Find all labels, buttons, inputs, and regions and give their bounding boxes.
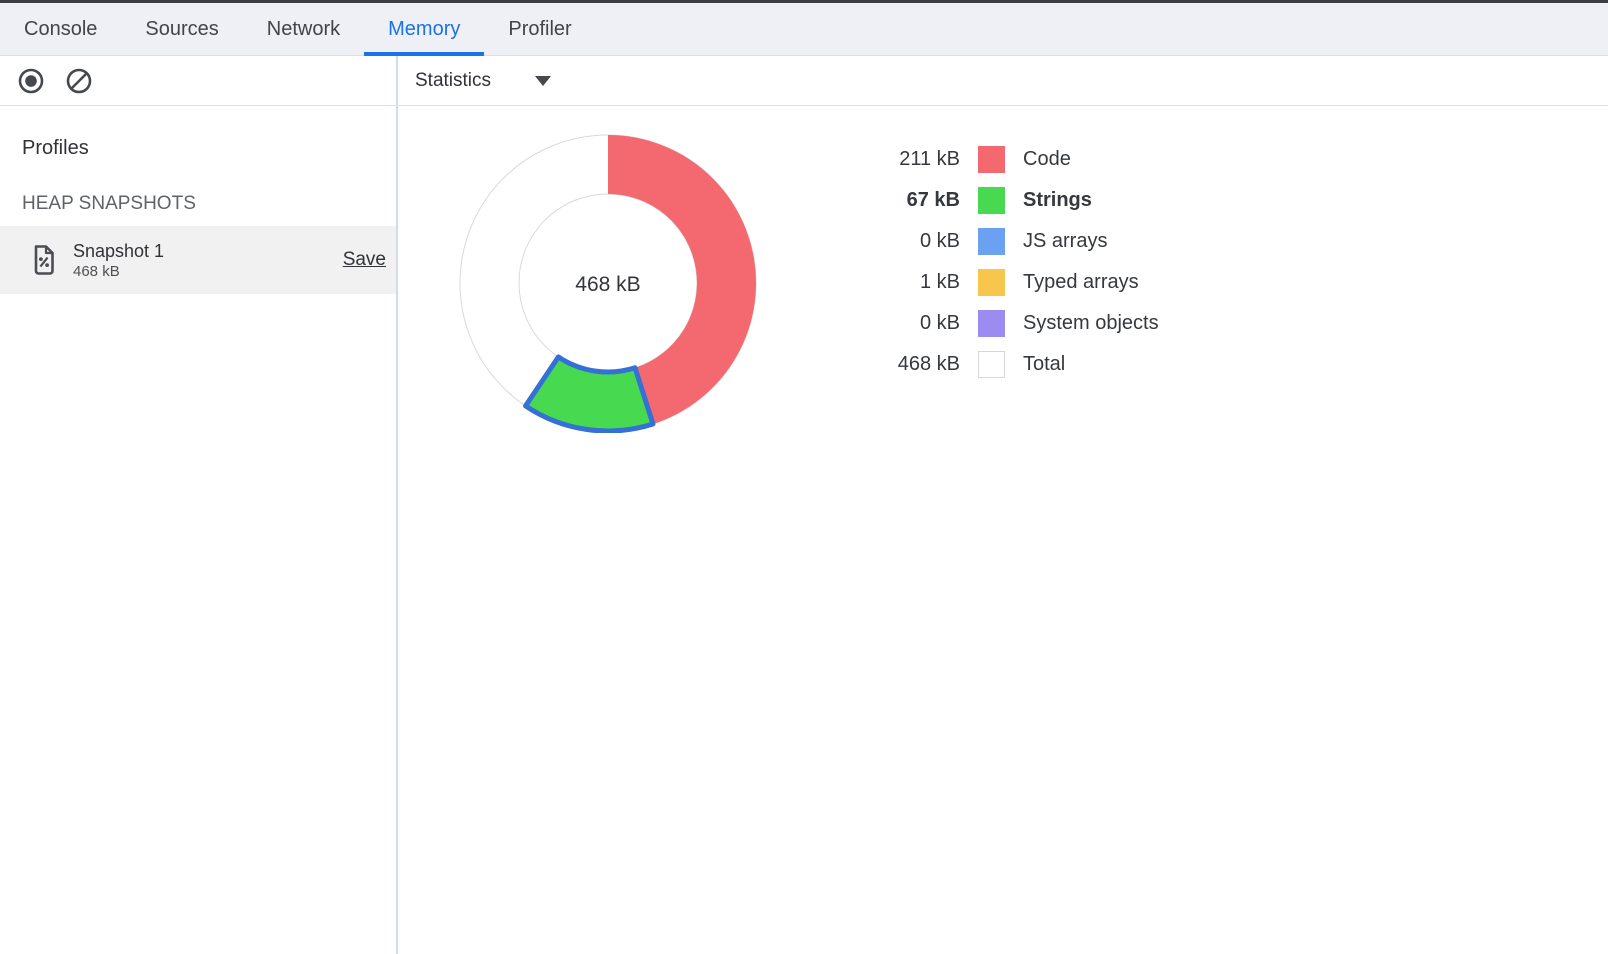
legend-value: 211 kB bbox=[885, 148, 960, 171]
clear-icon bbox=[65, 67, 93, 95]
typed-arrays-color-swatch bbox=[978, 269, 1005, 296]
profiles-sidebar: Profiles HEAP SNAPSHOTS Snapshot 1 468 k… bbox=[0, 106, 398, 954]
legend-value: 1 kB bbox=[885, 271, 960, 294]
donut-segment-strings[interactable] bbox=[526, 357, 653, 431]
legend-value: 0 kB bbox=[885, 230, 960, 253]
legend-label: Typed arrays bbox=[1023, 271, 1139, 294]
devtools-memory-panel: Console Sources Network Memory Profiler bbox=[0, 0, 1608, 954]
devtools-tab-bar: Console Sources Network Memory Profiler bbox=[0, 3, 1608, 56]
tab-sources[interactable]: Sources bbox=[121, 3, 242, 55]
perspective-dropdown-label: Statistics bbox=[415, 70, 491, 92]
clear-profiles-button[interactable] bbox=[65, 67, 93, 95]
snapshot-title: Snapshot 1 bbox=[73, 241, 164, 262]
tab-network[interactable]: Network bbox=[243, 3, 364, 55]
js-arrays-color-swatch bbox=[978, 228, 1005, 255]
strings-color-swatch bbox=[978, 187, 1005, 214]
legend-label: Strings bbox=[1023, 189, 1092, 212]
memory-donut-chart: 468 kB bbox=[458, 133, 758, 433]
legend-value: 0 kB bbox=[885, 312, 960, 335]
legend-row-system-objects[interactable]: 0 kB System objects bbox=[885, 310, 1159, 337]
snapshot-list-item[interactable]: Snapshot 1 468 kB Save bbox=[0, 226, 396, 294]
snapshot-size: 468 kB bbox=[73, 263, 164, 280]
tab-profiler[interactable]: Profiler bbox=[484, 3, 595, 55]
heap-snapshot-document-icon bbox=[32, 244, 56, 276]
legend-row-js-arrays[interactable]: 0 kB JS arrays bbox=[885, 228, 1159, 255]
legend-label: Total bbox=[1023, 353, 1065, 376]
legend-value: 468 kB bbox=[885, 353, 960, 376]
system-objects-color-swatch bbox=[978, 310, 1005, 337]
record-heap-snapshot-button[interactable] bbox=[17, 67, 45, 95]
total-color-swatch bbox=[978, 351, 1005, 378]
chevron-down-icon bbox=[535, 76, 551, 86]
legend-label: JS arrays bbox=[1023, 230, 1107, 253]
legend-label: Code bbox=[1023, 148, 1071, 171]
legend-row-total[interactable]: 468 kB Total bbox=[885, 351, 1159, 378]
chart-legend: 211 kB Code 67 kB Strings 0 kB JS arrays… bbox=[885, 146, 1159, 378]
donut-center-total-label: 468 kB bbox=[575, 273, 640, 296]
memory-toolbar: Statistics bbox=[0, 56, 1608, 106]
toolbar-right-section: Statistics bbox=[398, 56, 1608, 105]
legend-label: System objects bbox=[1023, 312, 1159, 335]
legend-row-strings[interactable]: 67 kB Strings bbox=[885, 187, 1159, 214]
tab-console[interactable]: Console bbox=[0, 3, 121, 55]
panel-content: Profiles HEAP SNAPSHOTS Snapshot 1 468 k… bbox=[0, 106, 1608, 954]
snapshot-text-block: Snapshot 1 468 kB bbox=[73, 241, 164, 280]
legend-value: 67 kB bbox=[885, 189, 960, 212]
perspective-dropdown[interactable]: Statistics bbox=[415, 70, 551, 92]
statistics-view: 468 kB 211 kB Code 67 kB Strings 0 kB JS… bbox=[398, 106, 1608, 954]
legend-row-code[interactable]: 211 kB Code bbox=[885, 146, 1159, 173]
tab-memory[interactable]: Memory bbox=[364, 3, 484, 55]
save-snapshot-link[interactable]: Save bbox=[343, 249, 386, 271]
heap-snapshots-section-title: HEAP SNAPSHOTS bbox=[0, 193, 396, 215]
code-color-swatch bbox=[978, 146, 1005, 173]
record-icon bbox=[17, 67, 45, 95]
legend-row-typed-arrays[interactable]: 1 kB Typed arrays bbox=[885, 269, 1159, 296]
profiles-title: Profiles bbox=[0, 137, 396, 160]
toolbar-left-section bbox=[0, 56, 398, 105]
